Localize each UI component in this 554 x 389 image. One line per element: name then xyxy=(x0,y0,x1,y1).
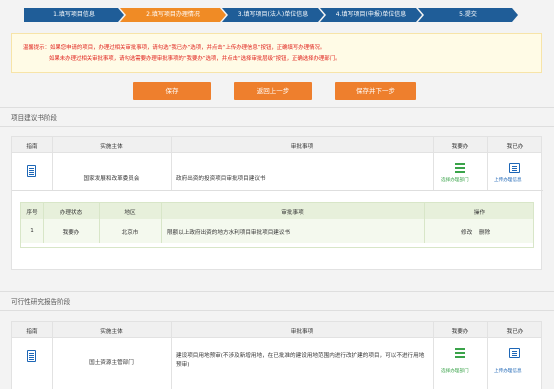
delete-link[interactable]: 删除 xyxy=(479,228,490,236)
col-no: 序号 xyxy=(26,210,38,216)
select-department-link[interactable]: 选择办理部门 xyxy=(441,177,469,183)
select-department-link[interactable]: 选择办理部门 xyxy=(441,368,469,374)
subtable: 序号 办理状态 地区 审批事项 操作 1 我要办 北京市 限额以上政府出资的地方… xyxy=(20,202,534,248)
divider xyxy=(0,126,554,127)
feasibility-table: 指南 实施主体 审批事项 我要办 我已办 国土资源主管部门 建设项目用地预审(不… xyxy=(11,321,542,389)
section-title-proposal: 项目建议书阶段 xyxy=(11,114,58,122)
step-5[interactable]: 5.提交 xyxy=(418,8,518,22)
edit-link[interactable]: 修改 xyxy=(461,228,472,236)
col-region: 地区 xyxy=(124,210,136,216)
step-1[interactable]: 1.填写项目信息 xyxy=(24,8,124,22)
upload-icon[interactable] xyxy=(509,348,520,358)
col-subject: 实施主体 xyxy=(100,329,123,335)
notice-line-1: 温馨提示：如果您申请的项目，办理过相关审批事项，请勾选“我已办”选项，并点击“上… xyxy=(23,45,326,51)
section-title-feasibility: 可行性研究报告阶段 xyxy=(11,298,71,306)
save-next-button[interactable]: 保存并下一步 xyxy=(335,82,416,100)
step-3[interactable]: 3.填写项目(法人)单位信息 xyxy=(222,8,324,22)
proposal-table: 指南 实施主体 审批事项 我要办 我已办 国家发展和改革委员会 政府出资的投资项… xyxy=(11,136,543,270)
step-4[interactable]: 4.填写项目(申报)单位信息 xyxy=(320,8,422,22)
progress-steps: 1.填写项目信息 2.填写项目办理情况 3.填写项目(法人)单位信息 4.填写项… xyxy=(24,8,508,22)
col-subject: 实施主体 xyxy=(100,144,123,150)
subject-cell: 国家发展和改革委员会 xyxy=(83,176,140,182)
col-todo: 我要办 xyxy=(451,329,469,335)
divider xyxy=(0,291,554,292)
guide-doc-icon[interactable] xyxy=(27,165,36,177)
step-2-active[interactable]: 2.填写项目办理情况 xyxy=(120,8,226,22)
col-todo: 我要办 xyxy=(451,144,469,150)
col-guide: 指南 xyxy=(26,329,38,335)
col-item: 审批事项 xyxy=(290,144,314,150)
guide-doc-icon[interactable] xyxy=(27,350,36,362)
col-item: 审批事项 xyxy=(281,210,304,216)
upload-icon[interactable] xyxy=(509,163,520,173)
upload-info-link[interactable]: 上传办理信息 xyxy=(494,368,522,374)
col-guide: 指南 xyxy=(26,144,38,150)
row-no: 1 xyxy=(30,228,34,234)
divider xyxy=(0,310,554,311)
col-operation: 操作 xyxy=(473,210,486,216)
back-button[interactable]: 返回上一步 xyxy=(234,82,312,100)
list-icon[interactable] xyxy=(455,348,465,358)
upload-info-link[interactable]: 上传办理信息 xyxy=(494,177,522,183)
subject-cell: 国土资源主管部门 xyxy=(89,360,134,366)
item-cell: 政府出资的投资项目审批项目建议书 xyxy=(176,176,266,182)
col-done: 我已办 xyxy=(506,144,524,150)
notice-line-2: 如果未办理过相关审批事项，请勾选需要办理审批事项的“我要办”选项，并点击“选择审… xyxy=(49,56,341,62)
col-status: 办理状态 xyxy=(59,210,83,216)
save-button[interactable]: 保存 xyxy=(133,82,211,100)
col-done: 我已办 xyxy=(506,329,524,335)
col-item: 审批事项 xyxy=(290,329,314,335)
row-item: 限额以上政府出资的地方水利项目审批项目建议书 xyxy=(167,230,291,236)
row-region: 北京市 xyxy=(121,230,139,236)
notice-box: 温馨提示：如果您申请的项目，办理过相关审批事项，请勾选“我已办”选项，并点击“上… xyxy=(11,33,542,73)
divider xyxy=(0,107,554,108)
item-cell: 建设项目用地预审(不涉及新增用地，在已批准的建设用地范围内进行改扩建的项目，可以… xyxy=(176,353,425,368)
list-icon[interactable] xyxy=(455,163,465,173)
row-status: 我要办 xyxy=(62,230,80,236)
